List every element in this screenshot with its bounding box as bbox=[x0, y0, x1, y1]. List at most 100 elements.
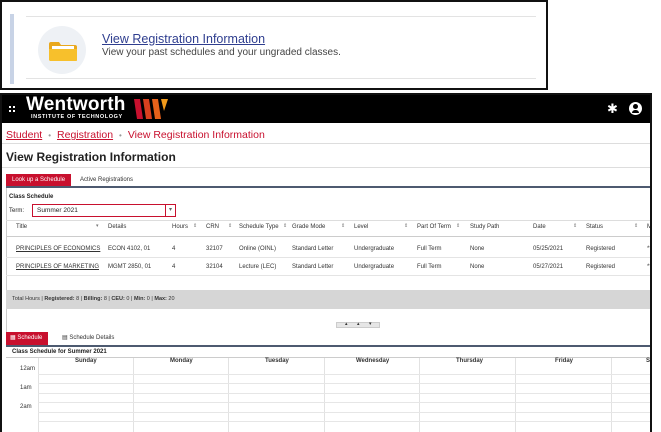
course-schedule-type: Lecture (LEC) bbox=[239, 264, 277, 270]
chevron-up-icon[interactable]: ▴ bbox=[357, 321, 360, 327]
tab-schedule-label: Schedule bbox=[17, 335, 43, 341]
list-icon: ▤ bbox=[62, 335, 68, 341]
term-select-value: Summer 2021 bbox=[37, 207, 78, 214]
course-grade-mode: Standard Letter bbox=[292, 246, 334, 252]
calendar-gridline bbox=[38, 393, 650, 394]
sort-icon[interactable]: ⇕ bbox=[283, 223, 287, 229]
course-title-link[interactable]: PRINCIPLES OF ECONOMICS bbox=[16, 246, 100, 252]
ceu-hours: 0 bbox=[126, 296, 130, 302]
day-thursday: Thursday bbox=[456, 358, 484, 364]
column-schedule-type[interactable]: Schedule Type bbox=[239, 224, 279, 230]
column-part-of-term[interactable]: Part Of Term bbox=[417, 224, 451, 230]
breadcrumb-current: View Registration Information bbox=[127, 129, 265, 141]
course-more: ** bbox=[647, 246, 652, 252]
course-hours: 4 bbox=[172, 246, 176, 252]
table-row-divider bbox=[6, 275, 650, 276]
calendar-gridline bbox=[38, 383, 650, 384]
breadcrumb-student[interactable]: Student bbox=[6, 129, 42, 141]
sort-icon[interactable]: ⇕ bbox=[341, 223, 345, 229]
column-date[interactable]: Date bbox=[533, 224, 546, 230]
divider bbox=[2, 143, 650, 144]
column-grade-mode[interactable]: Grade Mode bbox=[292, 224, 325, 230]
wentworth-logo-icon bbox=[134, 99, 168, 119]
column-title[interactable]: Title bbox=[16, 224, 27, 230]
column-hours[interactable]: Hours bbox=[172, 224, 188, 230]
folder-icon bbox=[49, 42, 77, 61]
column-study-path[interactable]: Study Path bbox=[470, 224, 499, 230]
max-hours: 20 bbox=[168, 296, 175, 302]
sort-icon[interactable]: ⇕ bbox=[193, 223, 197, 229]
min-hours: 0 bbox=[146, 296, 150, 302]
settings-gear-icon[interactable]: ✱ bbox=[607, 102, 618, 115]
sort-icon[interactable]: ⇕ bbox=[456, 223, 460, 229]
table-row-divider bbox=[6, 257, 650, 258]
term-select[interactable]: Summer 2021 ▾ bbox=[32, 204, 176, 217]
tab-look-up-schedule[interactable]: Look up a Schedule bbox=[6, 174, 72, 186]
term-label: Term: bbox=[9, 208, 24, 214]
billing-hours: 8 bbox=[103, 296, 107, 302]
tab-schedule-details[interactable]: ▤ Schedule Details bbox=[58, 332, 120, 345]
sort-icon[interactable]: ⇕ bbox=[573, 223, 577, 229]
course-status: Registered bbox=[586, 264, 616, 270]
column-crn[interactable]: CRN bbox=[206, 224, 219, 230]
course-more: ** bbox=[647, 264, 652, 270]
divider bbox=[26, 16, 536, 17]
day-monday: Monday bbox=[170, 358, 193, 364]
divider bbox=[6, 220, 650, 221]
billing-label: Billing: bbox=[83, 296, 103, 302]
day-wednesday: Wednesday bbox=[356, 358, 390, 364]
breadcrumb-separator: • bbox=[119, 131, 122, 140]
column-level[interactable]: Level bbox=[354, 224, 368, 230]
panel-resize-handle[interactable]: ▴ ▴ ▾ bbox=[336, 321, 380, 328]
calendar-gridline bbox=[38, 402, 650, 403]
day-sunday: Sunday bbox=[75, 358, 97, 364]
total-hours-bar: Total Hours | Registered: 8 | Billing: 8… bbox=[6, 290, 650, 309]
divider bbox=[2, 167, 650, 168]
calendar-gridline bbox=[38, 374, 650, 375]
chevron-up-icon[interactable]: ▴ bbox=[345, 321, 348, 327]
calendar-icon: ▦ bbox=[10, 335, 16, 341]
breadcrumb-registration[interactable]: Registration bbox=[57, 129, 113, 141]
course-details: MGMT 2850, 01 bbox=[108, 264, 152, 270]
app-header: Wentworth INSTITUTE OF TECHNOLOGY ✱ bbox=[2, 95, 650, 123]
divider bbox=[6, 357, 650, 358]
course-date: 05/25/2021 bbox=[533, 246, 564, 252]
column-details[interactable]: Details bbox=[108, 224, 126, 230]
sort-icon[interactable]: ⇕ bbox=[404, 223, 408, 229]
calendar-gridline bbox=[38, 412, 650, 413]
chevron-down-icon[interactable]: ▾ bbox=[165, 205, 175, 216]
course-details: ECON 4102, 01 bbox=[108, 246, 151, 252]
sort-icon[interactable]: ⇕ bbox=[228, 223, 232, 229]
course-date: 05/27/2021 bbox=[533, 264, 564, 270]
chevron-down-icon[interactable]: ▾ bbox=[369, 321, 372, 327]
course-title-link[interactable]: PRINCIPLES OF MARKETING bbox=[16, 264, 99, 270]
apps-grid-icon[interactable] bbox=[9, 106, 16, 113]
course-level: Undergraduate bbox=[354, 246, 395, 252]
divider bbox=[6, 236, 650, 237]
breadcrumb-separator: • bbox=[48, 131, 52, 140]
min-label: Min: bbox=[133, 296, 146, 302]
registered-label: Registered: bbox=[44, 296, 75, 302]
course-schedule-type: Online (OINL) bbox=[239, 246, 277, 252]
tab-active-registrations[interactable]: Active Registrations bbox=[74, 174, 139, 186]
column-more[interactable]: M bbox=[647, 224, 650, 230]
ceu-label: CEU: bbox=[111, 296, 125, 302]
breadcrumb: Student • Registration • View Registration I… bbox=[6, 129, 265, 141]
schedule-title: Class Schedule for Summer 2021 bbox=[12, 349, 107, 355]
hour-label: 2am bbox=[20, 404, 32, 410]
divider bbox=[26, 78, 536, 79]
registration-card-subtitle: View your past schedules and your ungrad… bbox=[102, 47, 341, 58]
day-tuesday: Tuesday bbox=[265, 358, 289, 364]
course-level: Undergraduate bbox=[354, 264, 395, 270]
user-profile-icon[interactable] bbox=[629, 102, 642, 115]
brand-subtitle: INSTITUTE OF TECHNOLOGY bbox=[31, 114, 123, 120]
column-status[interactable]: Status bbox=[586, 224, 603, 230]
calendar-gridline bbox=[38, 421, 650, 422]
tab-schedule[interactable]: ▦ Schedule bbox=[6, 332, 49, 345]
brand-name: Wentworth bbox=[26, 94, 126, 115]
view-registration-link[interactable]: View Registration Information bbox=[102, 32, 265, 46]
total-hours-label: Total Hours | bbox=[12, 296, 43, 302]
sort-icon[interactable]: ⇕ bbox=[634, 223, 638, 229]
sort-icon[interactable]: ▾ bbox=[96, 223, 99, 229]
course-part-of-term: Full Term bbox=[417, 264, 442, 270]
